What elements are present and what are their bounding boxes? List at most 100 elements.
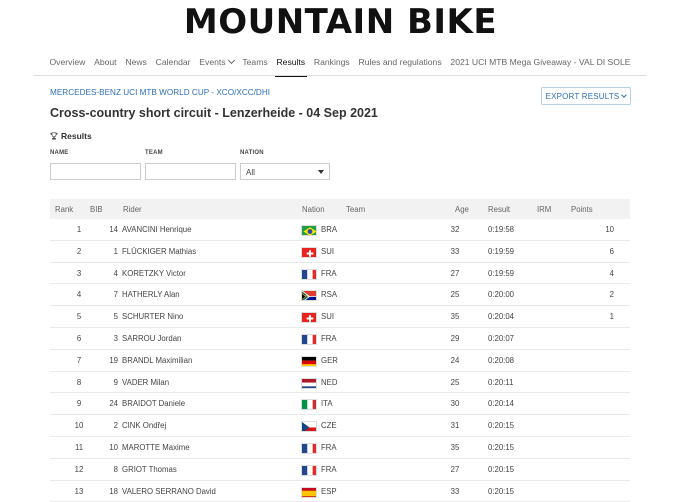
cell-nation: NED bbox=[321, 377, 338, 387]
nav-rankings[interactable]: Rankings bbox=[310, 54, 355, 74]
nation-filter-select[interactable]: All bbox=[240, 163, 330, 180]
nav-teams[interactable]: Teams bbox=[238, 54, 272, 74]
cell-nation: GER bbox=[321, 355, 338, 365]
table-row[interactable]: 9 24 BRAIDOT Daniele ITA 30 0:20:14 bbox=[50, 393, 630, 416]
table-row[interactable]: 11 10 MAROTTE Maxime FRA 35 0:20:15 bbox=[50, 437, 630, 459]
cell-rider: MAROTTE Maxime bbox=[122, 442, 190, 452]
nav-overview[interactable]: Overview bbox=[45, 54, 90, 74]
cell-result: 0:20:07 bbox=[488, 333, 515, 343]
table-row[interactable]: 5 5 SCHURTER Nino SUI 35 0:20:04 1 bbox=[50, 306, 630, 328]
cell-age: 30 bbox=[450, 399, 460, 409]
cell-bib: 4 bbox=[113, 268, 118, 278]
cell-age: 24 bbox=[450, 355, 460, 365]
site-logo[interactable]: MOUNTAIN BIKE bbox=[0, 2, 681, 42]
cell-nation: ITA bbox=[321, 399, 333, 409]
flag-icon bbox=[301, 246, 317, 258]
cell-result: 0:20:15 bbox=[488, 442, 515, 452]
col-bib[interactable]: BIB bbox=[90, 205, 103, 214]
cell-points: 2 bbox=[609, 290, 614, 300]
trophy-icon bbox=[50, 132, 58, 140]
cell-nation: FRA bbox=[321, 333, 337, 343]
col-team[interactable]: Team bbox=[346, 205, 365, 214]
nav-results[interactable]: Results bbox=[272, 54, 309, 77]
nav-about[interactable]: About bbox=[90, 54, 121, 74]
nation-filter-label: NATION bbox=[240, 150, 264, 156]
cell-rider: HATHERLY Alan bbox=[122, 290, 180, 300]
cell-result: 0:20:11 bbox=[488, 377, 514, 387]
cell-nation: SUI bbox=[321, 312, 334, 322]
name-filter-input[interactable] bbox=[50, 163, 141, 180]
main-nav: Overview About News Calendar Events Team… bbox=[34, 54, 646, 77]
flag-icon bbox=[301, 399, 317, 411]
flag-icon bbox=[301, 377, 317, 389]
cell-bib: 9 bbox=[113, 377, 118, 387]
table-row[interactable]: 8 9 VADER Milan NED 25 0:20:11 bbox=[50, 372, 630, 394]
cell-rider: SCHURTER Nino bbox=[122, 312, 184, 322]
cell-rider: KORETZKY Victor bbox=[122, 268, 186, 278]
cell-result: 0:20:15 bbox=[488, 421, 515, 431]
col-irm[interactable]: IRM bbox=[537, 205, 551, 214]
page-title: Cross-country short circuit - Lenzerheid… bbox=[50, 106, 378, 120]
cell-nation: FRA bbox=[321, 268, 337, 278]
col-result[interactable]: Result bbox=[488, 205, 510, 214]
nav-news[interactable]: News bbox=[121, 54, 151, 74]
cell-bib: 19 bbox=[109, 355, 118, 365]
table-row[interactable]: 12 8 GRIOT Thomas FRA 27 0:20:15 bbox=[50, 459, 630, 481]
cell-bib: 1 bbox=[113, 246, 118, 256]
dropdown-arrow-icon bbox=[318, 170, 324, 174]
table-row[interactable]: 7 19 BRANDL Maximilian GER 24 0:20:08 bbox=[50, 350, 630, 372]
flag-icon bbox=[301, 464, 317, 476]
cell-nation: RSA bbox=[321, 290, 338, 300]
cell-result: 0:19:59 bbox=[488, 268, 515, 278]
flag-icon bbox=[301, 486, 317, 498]
chevron-down-icon bbox=[621, 92, 628, 98]
table-row[interactable]: 4 7 HATHERLY Alan RSA 25 0:20:00 2 bbox=[50, 284, 630, 307]
col-age[interactable]: Age bbox=[455, 205, 469, 214]
cell-points: 10 bbox=[605, 225, 614, 234]
nav-calendar[interactable]: Calendar bbox=[151, 54, 195, 74]
cell-result: 0:19:59 bbox=[488, 246, 515, 256]
table-row[interactable]: 1 14 AVANCINI Henrique BRA 32 0:19:58 10 bbox=[50, 219, 630, 241]
nation-filter-value: All bbox=[246, 168, 255, 177]
flag-icon bbox=[301, 355, 317, 367]
cell-age: 35 bbox=[450, 312, 460, 322]
cell-bib: 3 bbox=[113, 333, 118, 343]
cell-result: 0:19:58 bbox=[488, 225, 515, 234]
nav-divider bbox=[34, 75, 646, 76]
cell-rider: VADER Milan bbox=[122, 377, 170, 387]
section-header: Results bbox=[50, 131, 92, 141]
col-nation[interactable]: Nation bbox=[302, 205, 325, 214]
team-filter-input[interactable] bbox=[145, 163, 236, 180]
col-points[interactable]: Points bbox=[571, 205, 593, 214]
cell-rider: SARROU Jordan bbox=[122, 333, 182, 343]
cell-bib: 2 bbox=[113, 421, 118, 431]
cell-bib: 7 bbox=[113, 290, 118, 300]
nav-rules[interactable]: Rules and regulations bbox=[354, 54, 446, 74]
col-rank[interactable]: Rank bbox=[55, 205, 73, 214]
cell-result: 0:20:00 bbox=[488, 290, 515, 300]
cell-rider: AVANCINI Henrique bbox=[122, 225, 192, 234]
col-rider[interactable]: Rider bbox=[123, 205, 142, 214]
table-row[interactable]: 10 2 CINK Ondřej CZE 31 0:20:15 bbox=[50, 415, 630, 437]
nav-events-label: Events bbox=[199, 57, 226, 67]
cell-result: 0:20:08 bbox=[488, 355, 515, 365]
cell-rider: GRIOT Thomas bbox=[122, 464, 177, 474]
table-body: 1 14 AVANCINI Henrique BRA 32 0:19:58 10 2 1 FLÜC… bbox=[50, 219, 630, 502]
table-row[interactable]: 13 18 VALERO SERRANO David ESP 33 0:20:15 bbox=[50, 481, 630, 502]
cell-bib: 18 bbox=[109, 486, 118, 496]
table-row[interactable]: 3 4 KORETZKY Victor FRA 27 0:19:59 4 bbox=[50, 263, 630, 285]
cell-nation: FRA bbox=[321, 442, 337, 452]
breadcrumb[interactable]: MERCEDES-BENZ UCI MTB WORLD CUP - XCO/XC… bbox=[50, 88, 270, 97]
nav-events[interactable]: Events bbox=[195, 54, 238, 74]
table-row[interactable]: 2 1 FLÜCKIGER Mathias SUI 33 0:19:59 6 bbox=[50, 241, 630, 263]
cell-age: 31 bbox=[450, 421, 460, 431]
export-label: EXPORT RESULTS bbox=[545, 91, 620, 101]
flag-icon bbox=[301, 333, 317, 345]
cell-points: 1 bbox=[609, 312, 614, 322]
cell-result: 0:20:15 bbox=[488, 486, 515, 496]
results-table: Rank BIB Rider Nation Team Age Result IR… bbox=[50, 199, 630, 502]
export-results-button[interactable]: EXPORT RESULTS bbox=[541, 87, 631, 105]
table-row[interactable]: 6 3 SARROU Jordan FRA 29 0:20:07 bbox=[50, 328, 630, 350]
cell-bib: 10 bbox=[109, 442, 118, 452]
nav-giveaway[interactable]: 2021 UCI MTB Mega Giveaway - VAL DI SOLE bbox=[446, 54, 635, 74]
